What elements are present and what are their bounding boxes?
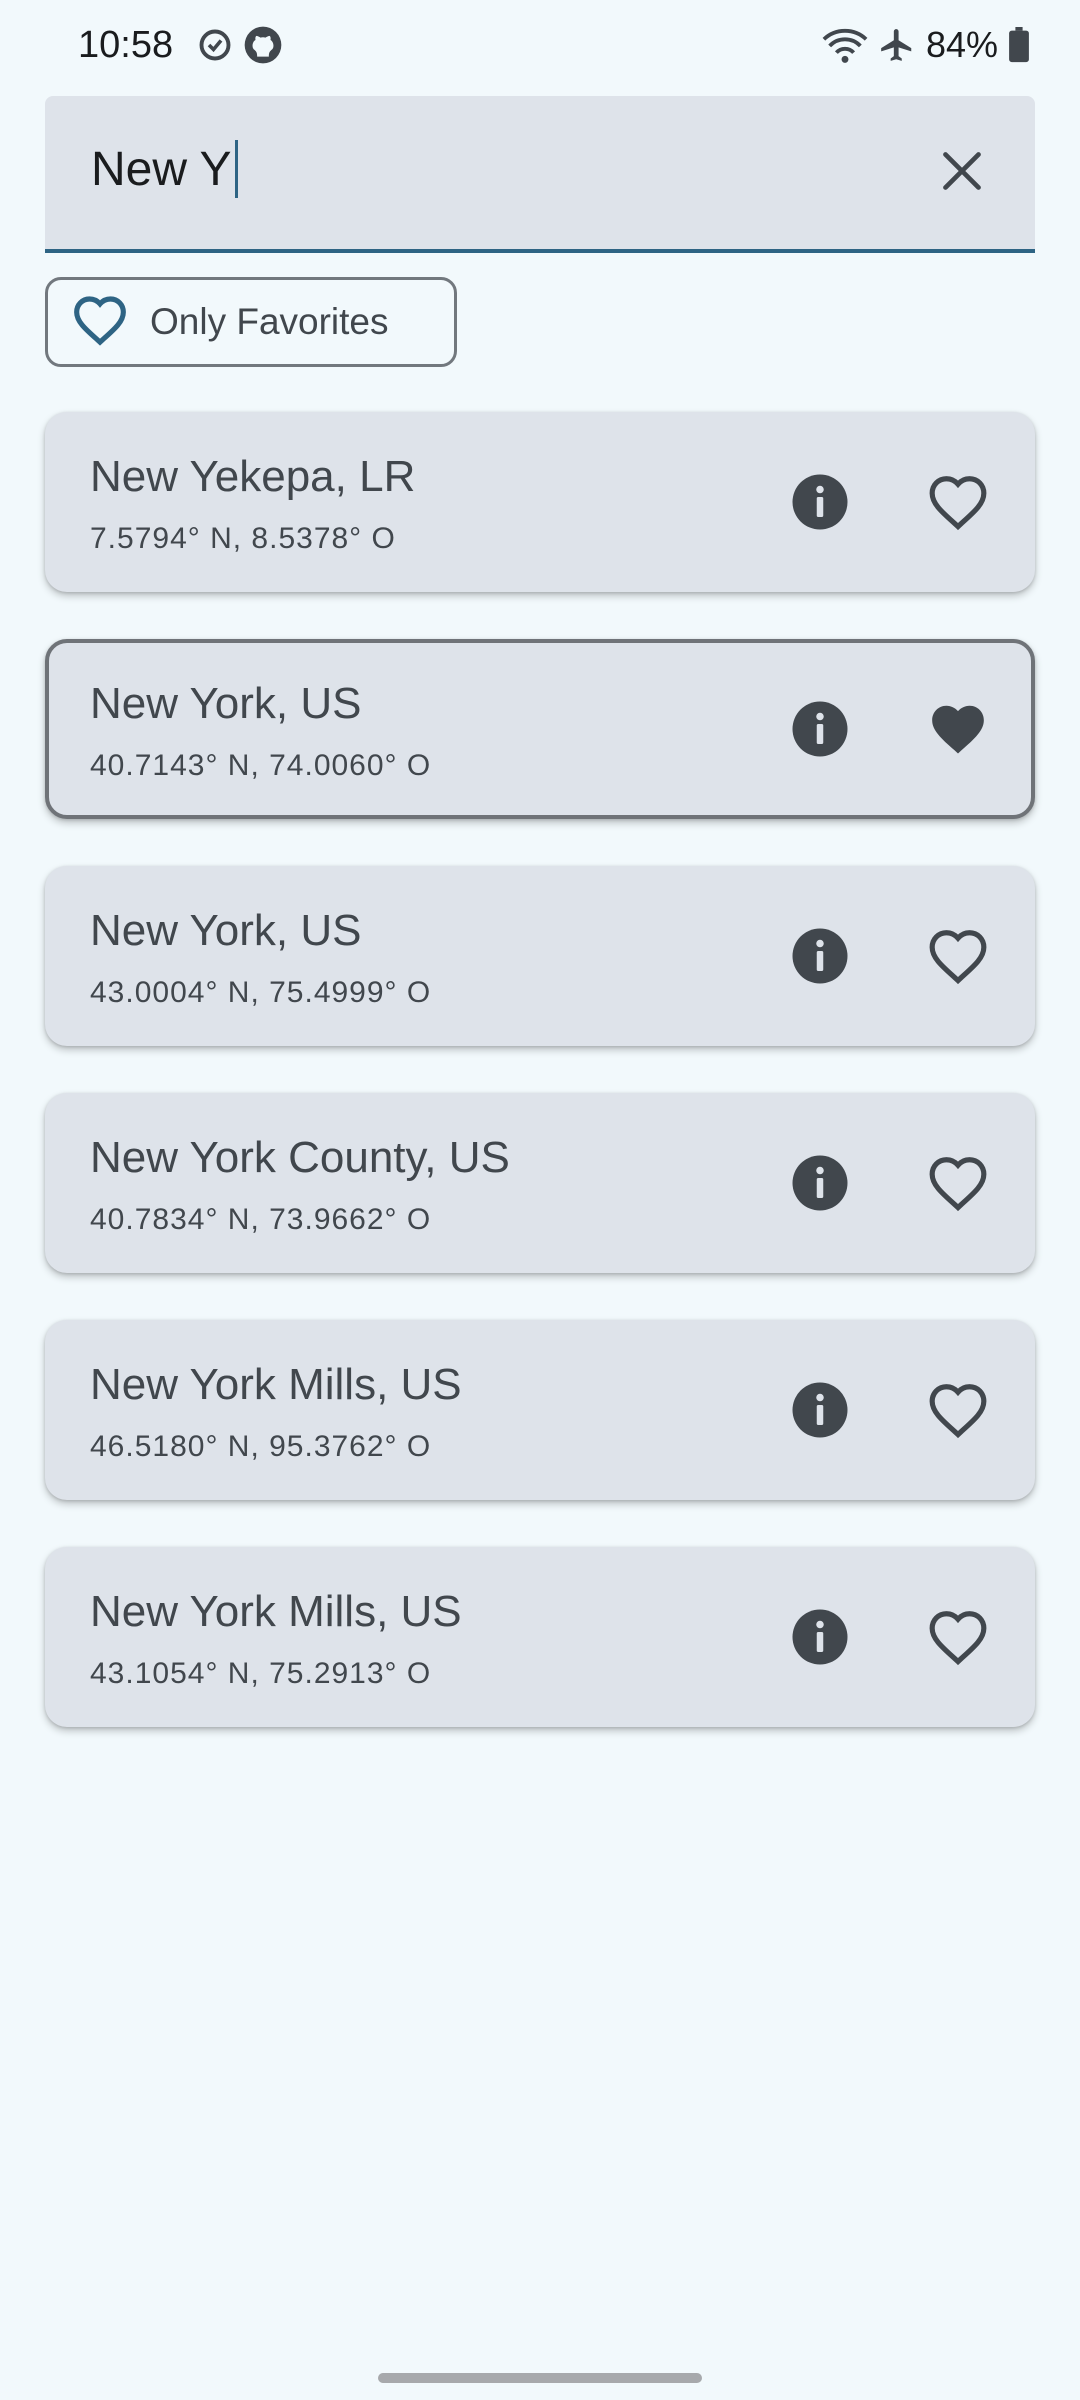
info-button[interactable] [790, 1153, 850, 1213]
heart-outline-icon [929, 1611, 987, 1666]
location-coordinates: 43.0004° N, 75.4999° O [90, 976, 432, 1009]
info-icon [792, 1382, 848, 1438]
heart-filled-icon [932, 705, 984, 754]
list-item[interactable]: New York, US 43.0004° N, 75.4999° O [45, 866, 1035, 1046]
favorite-toggle-button[interactable] [923, 1148, 993, 1218]
location-coordinates: 40.7143° N, 74.0060° O [90, 749, 432, 782]
heart-outline-icon [929, 476, 987, 531]
battery-icon [1008, 27, 1030, 63]
info-icon [792, 928, 848, 984]
search-query-text: New Y [91, 142, 232, 196]
battery-percentage: 84% [925, 24, 998, 65]
list-item[interactable]: New York Mills, US 46.5180° N, 95.3762° … [45, 1320, 1035, 1500]
only-favorites-filter-chip[interactable]: Only Favorites [45, 277, 457, 367]
list-item[interactable]: New York Mills, US 43.1054° N, 75.2913° … [45, 1547, 1035, 1727]
favorite-toggle-button[interactable] [923, 694, 993, 764]
list-item[interactable]: New Yekepa, LR 7.5794° N, 8.5378° O [45, 412, 1035, 592]
github-icon [243, 25, 283, 65]
only-favorites-label: Only Favorites [150, 301, 389, 342]
favorite-toggle-button[interactable] [923, 467, 993, 537]
close-icon [940, 149, 984, 198]
favorite-toggle-button[interactable] [923, 1602, 993, 1672]
location-name: New Yekepa, LR [90, 452, 416, 501]
status-bar: 10:58 84% [0, 0, 1080, 90]
wifi-icon [822, 25, 868, 65]
info-button[interactable] [790, 926, 850, 986]
info-icon [792, 474, 848, 530]
location-name: New York, US [90, 679, 362, 728]
heart-outline-icon [929, 1384, 987, 1439]
info-button[interactable] [790, 472, 850, 532]
sync-icon [197, 27, 233, 63]
favorite-toggle-button[interactable] [923, 1375, 993, 1445]
status-bar-left: 10:58 [78, 24, 283, 67]
location-coordinates: 43.1054° N, 75.2913° O [90, 1657, 432, 1690]
info-icon [792, 1155, 848, 1211]
location-search-screen: 10:58 84% New Y Only Favorites New Yekep… [0, 0, 1080, 2400]
text-cursor [234, 140, 238, 198]
heart-outline-icon [929, 930, 987, 985]
location-name: New York Mills, US [90, 1587, 462, 1636]
list-item[interactable]: New York, US 40.7143° N, 74.0060° O [45, 639, 1035, 819]
search-results-list: New Yekepa, LR 7.5794° N, 8.5378° O New … [45, 412, 1035, 1774]
clock: 10:58 [78, 23, 174, 66]
location-coordinates: 7.5794° N, 8.5378° O [90, 522, 396, 555]
info-button[interactable] [790, 699, 850, 759]
home-gesture-bar[interactable] [378, 2373, 702, 2383]
airplane-mode-icon [878, 26, 916, 64]
list-item[interactable]: New York County, US 40.7834° N, 73.9662°… [45, 1093, 1035, 1273]
status-bar-right: 84% [822, 24, 1030, 66]
info-icon [792, 701, 848, 757]
location-coordinates: 46.5180° N, 95.3762° O [90, 1430, 432, 1463]
info-button[interactable] [790, 1380, 850, 1440]
location-coordinates: 40.7834° N, 73.9662° O [90, 1203, 432, 1236]
heart-outline-icon [72, 294, 128, 351]
search-input[interactable]: New Y [45, 96, 1035, 253]
favorite-toggle-button[interactable] [923, 921, 993, 991]
location-name: New York, US [90, 906, 362, 955]
location-name: New York County, US [90, 1133, 510, 1182]
info-icon [792, 1609, 848, 1665]
location-name: New York Mills, US [90, 1360, 462, 1409]
clear-search-button[interactable] [927, 138, 997, 208]
heart-outline-icon [929, 1157, 987, 1212]
info-button[interactable] [790, 1607, 850, 1667]
search-input-value[interactable]: New Y [91, 140, 238, 198]
